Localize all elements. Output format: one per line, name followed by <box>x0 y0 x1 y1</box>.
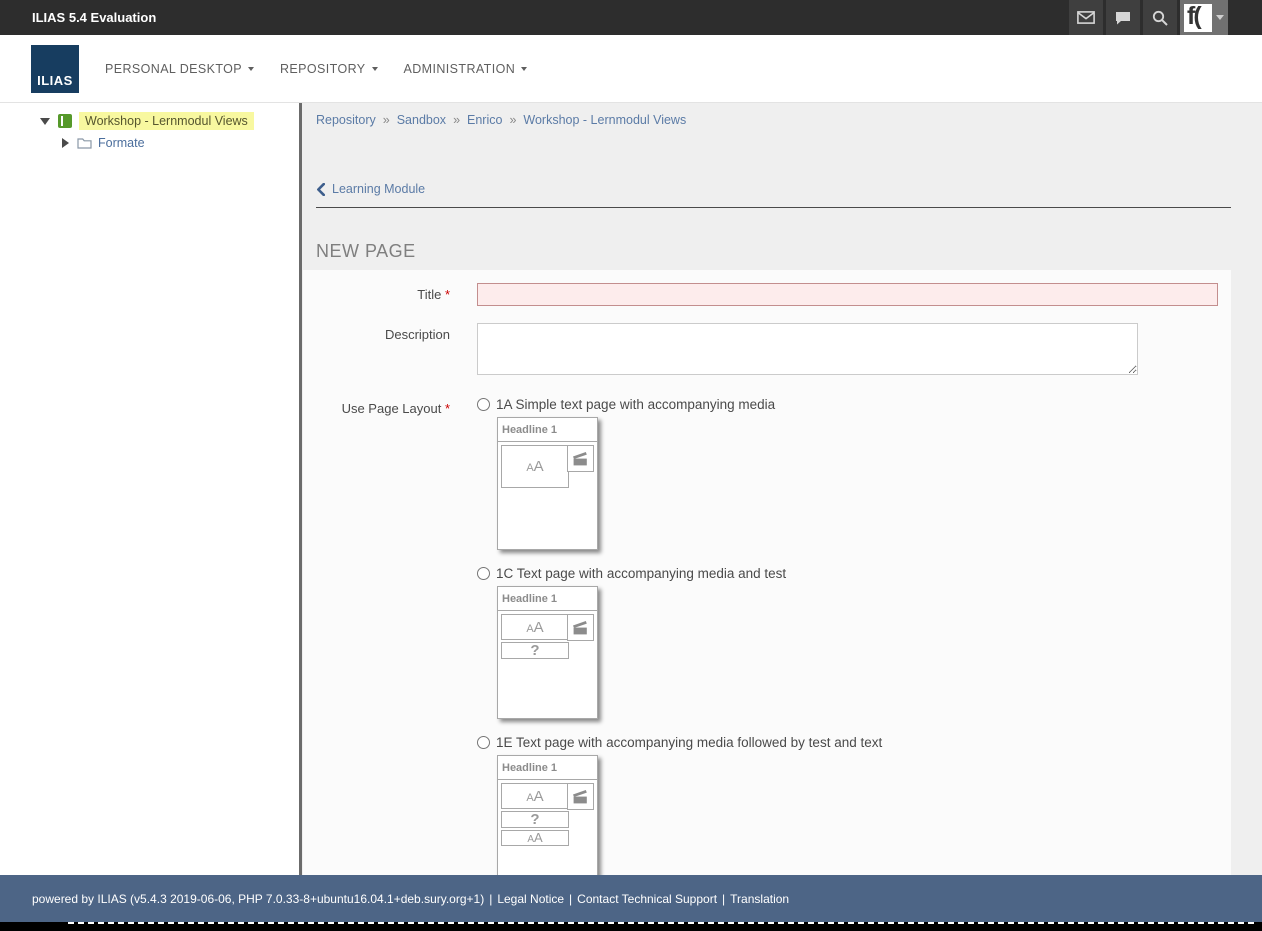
layout-option-1a-choice[interactable]: 1A Simple text page with accompanying me… <box>477 397 1218 412</box>
thumb-body: AA ? <box>498 611 597 718</box>
title-row: Title * <box>303 283 1231 306</box>
question-block-icon: ? <box>501 811 569 828</box>
layout-option-label: 1E Text page with accompanying media fol… <box>496 735 882 750</box>
required-asterisk: * <box>445 287 450 302</box>
repository-tree: Workshop - Lernmodul Views Formate <box>0 103 299 875</box>
topbar-actions: f( <box>1066 0 1228 35</box>
breadcrumb-workshop[interactable]: Workshop - Lernmodul Views <box>523 113 686 127</box>
required-asterisk: * <box>445 401 450 416</box>
chevron-down-icon <box>521 67 527 71</box>
window-bottom-edge <box>0 922 1262 931</box>
thumb-body: AA ? AA <box>498 780 597 875</box>
layout-radio-1a[interactable] <box>477 398 490 411</box>
description-label: Description <box>303 323 450 380</box>
layout-radio-1c[interactable] <box>477 567 490 580</box>
breadcrumb-enrico[interactable]: Enrico <box>467 113 502 127</box>
media-block-icon <box>567 783 594 810</box>
main-panel: Repository » Sandbox » Enrico » Workshop - Ler… <box>302 103 1262 875</box>
back-to-learning-module-link[interactable]: Learning Module <box>332 182 425 196</box>
breadcrumb-separator: » <box>509 113 516 127</box>
expander-collapsed-icon[interactable] <box>62 138 69 148</box>
thumb-headline: Headline 1 <box>498 418 597 442</box>
media-block-icon <box>567 445 594 472</box>
page-layout-label-text: Use Page Layout <box>342 401 442 416</box>
description-textarea[interactable] <box>477 323 1138 375</box>
chevron-down-icon <box>1216 15 1224 20</box>
chat-icon <box>1115 11 1131 25</box>
new-page-form: Title * Description Use Page Layout * <box>303 270 1231 875</box>
footer-separator: | <box>489 892 492 906</box>
nav-label: ADMINISTRATION <box>404 62 516 76</box>
user-menu-button[interactable]: f( <box>1180 0 1228 35</box>
breadcrumb-separator: » <box>453 113 460 127</box>
page-layout-row: Use Page Layout * 1A Simple text page wi… <box>303 397 1231 875</box>
layout-option-1c: 1C Text page with accompanying media and… <box>477 566 1218 719</box>
tree-item-label[interactable]: Formate <box>98 136 145 150</box>
nav-repository[interactable]: REPOSITORY <box>280 62 378 76</box>
mail-button[interactable] <box>1069 0 1103 35</box>
breadcrumb-repository[interactable]: Repository <box>316 113 376 127</box>
chevron-down-icon <box>372 67 378 71</box>
layout-option-label: 1A Simple text page with accompanying me… <box>496 397 775 412</box>
text-block-icon: AA <box>501 445 569 488</box>
back-link-row: Learning Module <box>316 182 1231 208</box>
nav-label: PERSONAL DESKTOP <box>105 62 242 76</box>
learning-module-icon <box>58 114 72 128</box>
title-label-text: Title <box>417 287 441 302</box>
media-block-icon <box>567 614 594 641</box>
mail-icon <box>1077 11 1095 24</box>
breadcrumb-sandbox[interactable]: Sandbox <box>397 113 446 127</box>
top-bar: ILIAS 5.4 Evaluation f( <box>0 0 1262 35</box>
breadcrumb-separator: » <box>383 113 390 127</box>
chat-button[interactable] <box>1106 0 1140 35</box>
description-row: Description <box>303 323 1231 380</box>
thumb-body: AA <box>498 442 597 549</box>
footer: powered by ILIAS (v5.4.3 2019-06-06, PHP… <box>0 875 1262 922</box>
breadcrumb: Repository » Sandbox » Enrico » Workshop - Ler… <box>316 113 1231 127</box>
layout-preview-1e: Headline 1 AA ? AA <box>497 755 598 875</box>
text-block-icon: AA <box>501 830 569 846</box>
text-block-icon: AA <box>501 614 569 640</box>
title-label: Title * <box>303 283 450 306</box>
chevron-left-icon <box>316 183 325 196</box>
layout-preview-1a: Headline 1 AA <box>497 417 598 550</box>
page-title: NEW PAGE <box>316 241 1231 262</box>
layout-option-label: 1C Text page with accompanying media and… <box>496 566 786 581</box>
layout-option-1c-choice[interactable]: 1C Text page with accompanying media and… <box>477 566 1218 581</box>
search-button[interactable] <box>1143 0 1177 35</box>
title-input[interactable] <box>477 283 1218 306</box>
footer-link-translation[interactable]: Translation <box>730 892 789 906</box>
main-nav: ILIAS PERSONAL DESKTOP REPOSITORY ADMINI… <box>0 35 1262 103</box>
layout-option-1a: 1A Simple text page with accompanying me… <box>477 397 1218 550</box>
expander-expanded-icon[interactable] <box>40 118 50 125</box>
thumb-headline: Headline 1 <box>498 756 597 780</box>
layout-option-1e: 1E Text page with accompanying media fol… <box>477 735 1218 875</box>
chevron-down-icon <box>248 67 254 71</box>
text-block-icon: AA <box>501 783 569 809</box>
tree-item-formate[interactable]: Formate <box>0 132 299 154</box>
footer-powered-by: powered by ILIAS (v5.4.3 2019-06-06, PHP… <box>32 892 484 906</box>
tree-item-label-current[interactable]: Workshop - Lernmodul Views <box>79 112 254 130</box>
content-area: Workshop - Lernmodul Views Formate Repos… <box>0 103 1262 875</box>
page-layout-label: Use Page Layout * <box>303 397 450 875</box>
nav-label: REPOSITORY <box>280 62 366 76</box>
avatar: f( <box>1184 4 1212 32</box>
nav-administration[interactable]: ADMINISTRATION <box>404 62 528 76</box>
layout-option-1e-choice[interactable]: 1E Text page with accompanying media fol… <box>477 735 1218 750</box>
search-icon <box>1152 10 1168 26</box>
thumb-headline: Headline 1 <box>498 587 597 611</box>
footer-separator: | <box>722 892 725 906</box>
app-title: ILIAS 5.4 Evaluation <box>32 10 156 25</box>
layout-radio-1e[interactable] <box>477 736 490 749</box>
ilias-logo[interactable]: ILIAS <box>31 45 79 93</box>
layout-preview-1c: Headline 1 AA ? <box>497 586 598 719</box>
footer-link-legal-notice[interactable]: Legal Notice <box>497 892 564 906</box>
tree-item-workshop[interactable]: Workshop - Lernmodul Views <box>0 110 299 132</box>
footer-link-contact-support[interactable]: Contact Technical Support <box>577 892 717 906</box>
nav-personal-desktop[interactable]: PERSONAL DESKTOP <box>105 62 254 76</box>
footer-separator: | <box>569 892 572 906</box>
folder-icon <box>77 137 92 149</box>
question-block-icon: ? <box>501 642 569 659</box>
